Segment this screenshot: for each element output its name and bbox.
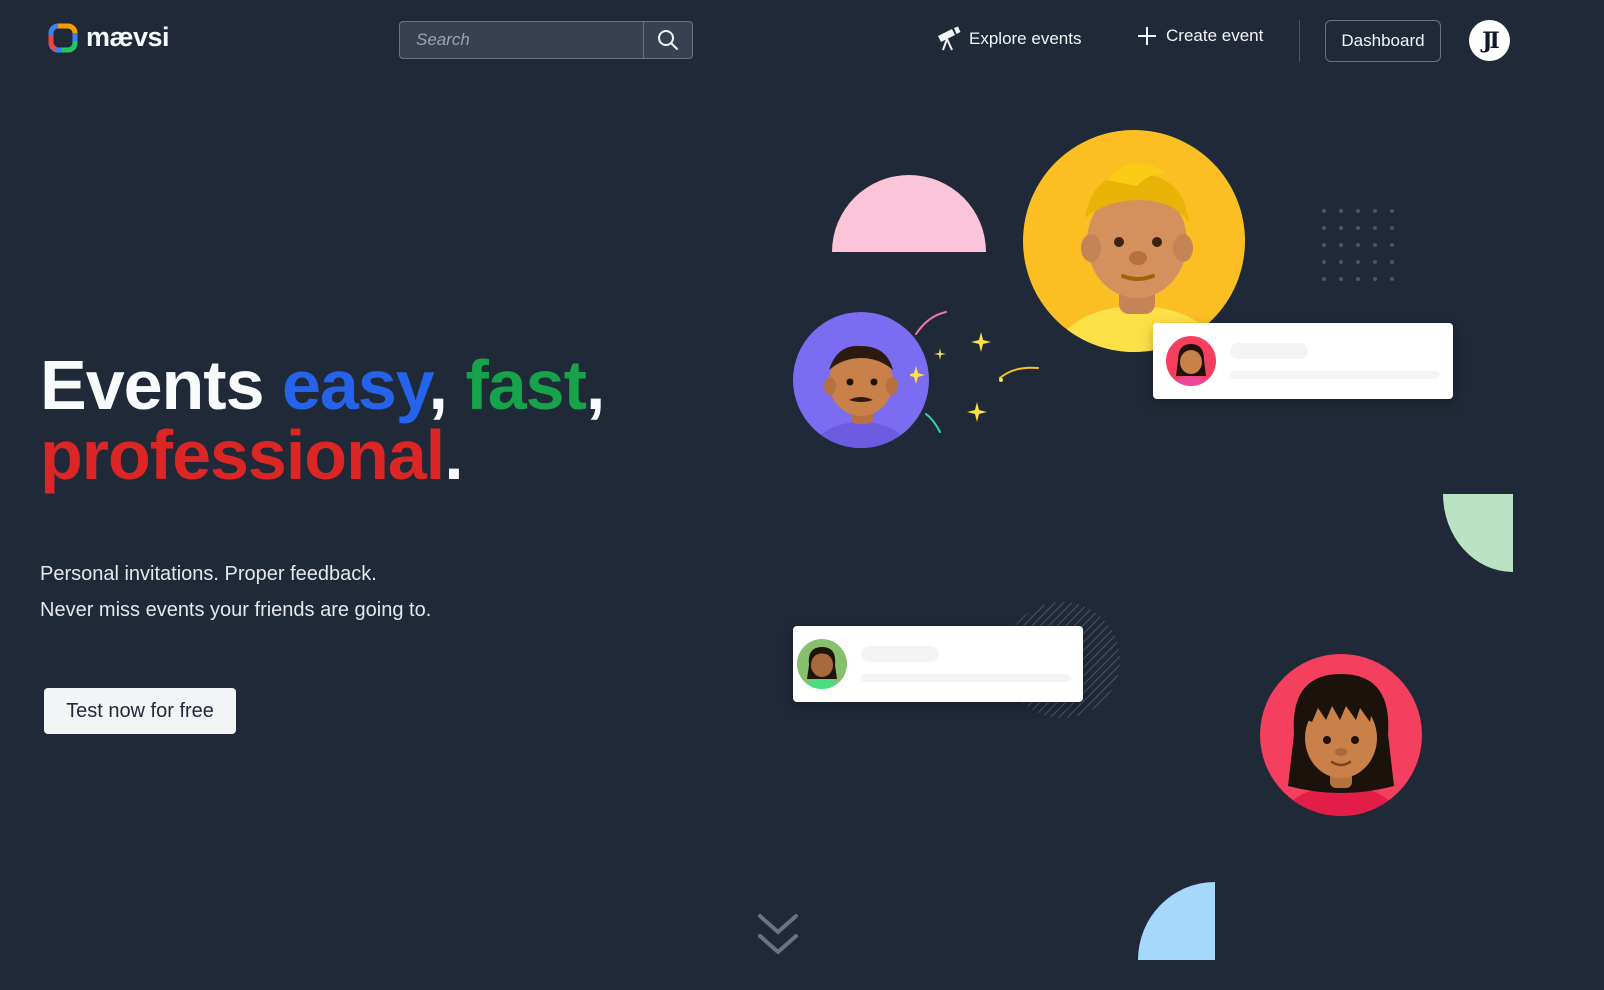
invitation-card-2 [793, 626, 1083, 702]
hero-subtitle: Personal invitations. Proper feedback. N… [40, 556, 431, 628]
hero-title-easy: easy [282, 346, 430, 424]
invitation-card-1 [1153, 323, 1453, 399]
avatar-red-woman [1260, 654, 1422, 816]
hero-subtitle-line-1: Personal invitations. Proper feedback. [40, 563, 377, 585]
hero-title: Events easy, fast, professional. [40, 350, 605, 490]
telescope-icon [938, 26, 961, 51]
nav-divider [1299, 20, 1300, 62]
test-now-button[interactable]: Test now for free [44, 688, 236, 734]
hero-title-comma-2: , [585, 346, 605, 424]
nav-create-label: Create event [1166, 26, 1264, 45]
logo-mark-icon [48, 23, 78, 52]
top-navigation: mævsi Explore events Create event Dashbo… [0, 0, 1604, 82]
card-2-placeholder-line [861, 674, 1071, 682]
dot-grid-decoration [1322, 209, 1394, 281]
plus-icon [1138, 27, 1156, 45]
hero-title-events: Events [40, 346, 282, 424]
hero-subtitle-line-2: Never miss events your friends are going… [40, 599, 432, 621]
man-mustache-illustration [815, 345, 907, 448]
sparkles-decoration [910, 311, 1039, 433]
nav-explore-events[interactable]: Explore events [935, 26, 1081, 52]
search-bar [399, 21, 693, 59]
user-avatar[interactable]: JI [1469, 20, 1510, 61]
nav-explore-label: Explore events [969, 29, 1082, 48]
dashboard-button[interactable]: Dashboard [1325, 20, 1441, 62]
hero-title-comma-1: , [428, 346, 466, 424]
card-1-placeholder-title [1230, 343, 1308, 359]
card-2-placeholder-title [861, 646, 939, 662]
search-icon [658, 30, 678, 50]
woman-dark-hair-illustration [1285, 674, 1397, 816]
card-1-avatar [1166, 336, 1216, 386]
logo-text: mævsi [86, 22, 170, 52]
nav-create-event[interactable]: Create event [1137, 26, 1263, 46]
woman-green-small-illustration [804, 647, 840, 689]
card-1-placeholder-line [1230, 371, 1440, 379]
blue-quarter-circle-shape [1138, 882, 1215, 960]
hero-title-professional: professional [40, 416, 445, 494]
avatar-purple-man [793, 312, 929, 448]
search-button[interactable] [643, 22, 692, 58]
logo[interactable]: mævsi [48, 22, 170, 53]
woman-small-illustration [1173, 344, 1209, 386]
hero-title-period: . [444, 416, 463, 494]
man-blond-illustration [1057, 163, 1217, 352]
pink-half-circle-shape [832, 175, 986, 252]
hero-title-fast: fast [465, 346, 586, 424]
green-quarter-circle-shape [1443, 494, 1513, 572]
card-2-avatar [797, 639, 847, 689]
avatar-yellow-man [1023, 130, 1245, 352]
chevron-double-down-icon[interactable] [756, 912, 800, 960]
search-input[interactable] [400, 22, 643, 58]
